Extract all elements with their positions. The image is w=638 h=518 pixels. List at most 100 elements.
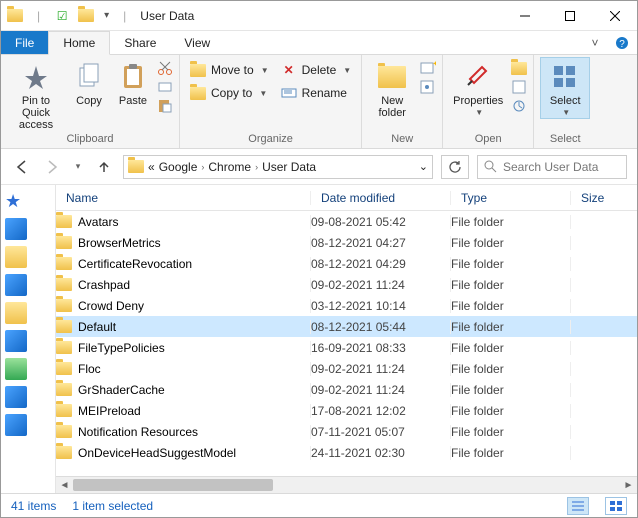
copy-path-icon[interactable] [157,79,173,95]
move-to-icon [190,62,206,78]
drive-icon-2[interactable] [5,302,27,324]
nav-pane[interactable]: ★ [1,185,56,493]
address-bar[interactable]: « Google› Chrome› User Data ⌄ [123,155,433,179]
drive-icon-3[interactable] [5,330,27,352]
select-icon [552,61,578,93]
scroll-thumb[interactable] [73,479,273,491]
properties-qat-icon[interactable]: ☑ [54,8,70,24]
col-date[interactable]: Date modified [311,191,451,205]
quick-access-icon[interactable]: ★ [5,191,55,212]
qat-dropdown-icon[interactable]: ▾ [104,10,109,21]
forward-button[interactable] [41,156,63,178]
scroll-right-icon[interactable]: ► [620,480,637,491]
this-pc-icon[interactable] [5,246,27,268]
network-icon[interactable] [5,358,27,380]
file-name: Avatars [78,215,118,229]
help-icon[interactable]: ? [607,31,637,54]
tab-file[interactable]: File [1,31,48,54]
minimize-button[interactable] [502,1,547,31]
open-icon[interactable] [511,60,527,76]
titlebar: | ☑ ▾ | User Data [1,1,637,31]
status-bar: 41 items 1 item selected [1,493,637,517]
file-date: 24-11-2021 02:30 [311,446,451,460]
history-icon[interactable] [511,98,527,114]
chevron-right-icon[interactable]: « [148,160,155,174]
table-row[interactable]: FileTypePolicies16-09-2021 08:33File fol… [56,337,637,358]
close-button[interactable] [592,1,637,31]
table-row[interactable]: Floc09-02-2021 11:24File folder [56,358,637,379]
copy-button[interactable]: Copy [69,57,109,107]
maximize-button[interactable] [547,1,592,31]
status-selected-count: 1 item selected [72,499,153,513]
pin-to-quick-access-button[interactable]: Pin to Quick access [7,57,65,131]
table-row[interactable]: MEIPreload17-08-2021 12:02File folder [56,400,637,421]
file-type: File folder [451,320,571,334]
folder-icon [128,160,144,173]
search-input[interactable]: Search User Data [477,155,627,179]
table-row[interactable]: Crashpad09-02-2021 11:24File folder [56,274,637,295]
breadcrumb-google[interactable]: Google› [159,160,205,174]
chevron-down-icon: ▼ [261,66,269,75]
move-to-button[interactable]: Move to▼ [186,60,273,80]
tab-share[interactable]: Share [110,31,170,54]
refresh-button[interactable] [441,155,469,179]
table-row[interactable]: CertificateRevocation08-12-2021 04:29Fil… [56,253,637,274]
table-row[interactable]: Default08-12-2021 05:44File folder [56,316,637,337]
tab-view[interactable]: View [170,31,224,54]
select-button[interactable]: Select ▼ [540,57,590,119]
folder-icon [56,236,72,249]
delete-button[interactable]: ✕ Delete▼ [277,60,356,80]
file-type: File folder [451,362,571,376]
properties-button[interactable]: Properties ▼ [449,57,507,118]
copy-icon [77,61,101,93]
navigation-bar: ▾ « Google› Chrome› User Data ⌄ Search U… [1,149,637,185]
thumbnails-view-button[interactable] [605,497,627,515]
col-type[interactable]: Type [451,191,571,205]
new-item-icon[interactable]: ✦ [420,60,436,76]
details-view-button[interactable] [567,497,589,515]
col-size[interactable]: Size [571,191,637,205]
edit-icon[interactable] [511,79,527,95]
drive-icon-5[interactable] [5,414,27,436]
onedrive-icon[interactable] [5,218,27,240]
rename-button[interactable]: Rename [277,83,356,103]
back-button[interactable] [11,156,33,178]
breadcrumb-user-data[interactable]: User Data [262,160,316,174]
easy-access-icon[interactable] [420,79,436,95]
file-type: File folder [451,425,571,439]
recent-locations-button[interactable]: ▾ [71,156,85,178]
drive-icon[interactable] [5,274,27,296]
folder-icon [56,446,72,459]
file-rows: Avatars09-08-2021 05:42File folderBrowse… [56,211,637,476]
table-row[interactable]: Avatars09-08-2021 05:42File folder [56,211,637,232]
table-row[interactable]: BrowserMetrics08-12-2021 04:27File folde… [56,232,637,253]
file-name: FileTypePolicies [78,341,165,355]
paste-button[interactable]: Paste [113,57,153,107]
tab-home[interactable]: Home [48,31,110,55]
table-row[interactable]: Notification Resources07-11-2021 05:07Fi… [56,421,637,442]
paste-shortcut-icon[interactable] [157,98,173,114]
file-type: File folder [451,236,571,250]
chevron-right-icon: › [255,162,258,172]
delete-icon: ✕ [281,62,297,78]
table-row[interactable]: Crowd Deny03-12-2021 10:14File folder [56,295,637,316]
horizontal-scrollbar[interactable]: ◄ ► [56,476,637,493]
col-name[interactable]: Name [56,191,311,205]
ribbon-expand-icon[interactable]: ˅ [583,31,607,54]
file-date: 08-12-2021 05:44 [311,320,451,334]
column-headers[interactable]: Name Date modified Type Size [56,185,637,211]
copy-to-button[interactable]: Copy to▼ [186,83,273,103]
file-type: File folder [451,215,571,229]
up-button[interactable] [93,156,115,178]
new-folder-button[interactable]: New folder [368,57,416,119]
paste-icon [121,61,145,93]
file-name: MEIPreload [78,404,141,418]
table-row[interactable]: OnDeviceHeadSuggestModel24-11-2021 02:30… [56,442,637,463]
file-date: 09-02-2021 11:24 [311,383,451,397]
breadcrumb-chrome[interactable]: Chrome› [208,160,258,174]
drive-icon-4[interactable] [5,386,27,408]
table-row[interactable]: GrShaderCache09-02-2021 11:24File folder [56,379,637,400]
scroll-left-icon[interactable]: ◄ [56,480,73,491]
cut-icon[interactable] [157,60,173,76]
address-dropdown-icon[interactable]: ⌄ [419,160,428,173]
